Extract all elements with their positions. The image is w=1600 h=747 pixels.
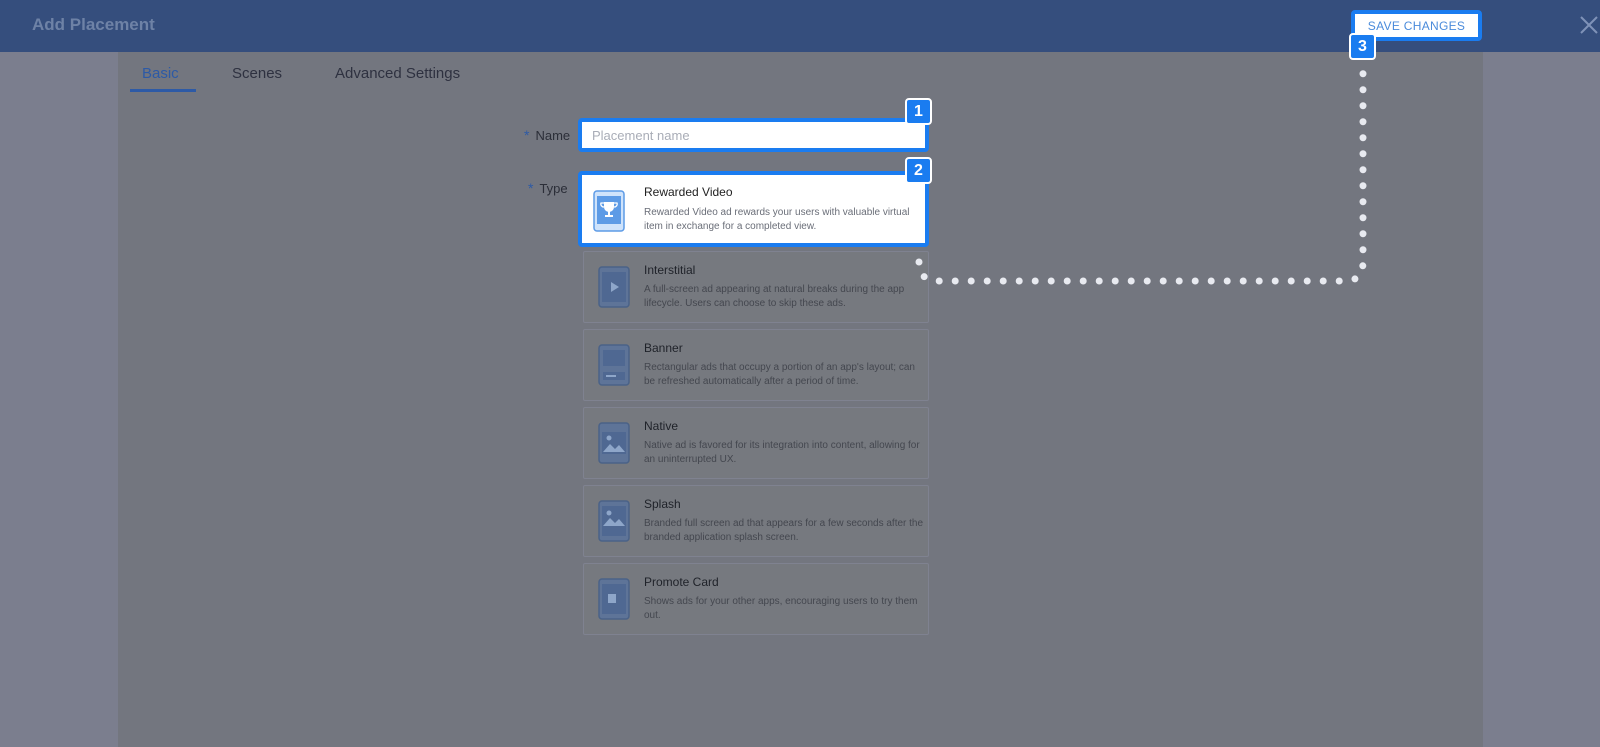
- type-card-native[interactable]: Native Native ad is favored for its inte…: [583, 407, 929, 479]
- required-mark: *: [524, 127, 530, 143]
- tab-basic[interactable]: Basic: [142, 65, 179, 82]
- tab-scenes[interactable]: Scenes: [232, 65, 282, 82]
- type-description: Shows ads for your other apps, encouragi…: [644, 596, 918, 621]
- step-badge-2: 2: [905, 157, 932, 184]
- type-description: A full-screen ad appearing at natural br…: [644, 284, 905, 309]
- card-icon: [598, 578, 630, 620]
- splash-icon: [598, 500, 630, 542]
- name-label: * Name: [524, 127, 570, 143]
- type-title: Native: [644, 419, 679, 433]
- name-label-text: Name: [535, 128, 571, 143]
- required-mark: *: [528, 180, 534, 196]
- type-card-banner[interactable]: Banner Rectangular ads that occupy a por…: [583, 329, 929, 401]
- page-title: Add Placement: [32, 15, 155, 34]
- type-card-interstitial[interactable]: Interstitial A full-screen ad appearing …: [583, 251, 929, 323]
- type-title: Rewarded Video: [644, 185, 733, 199]
- type-card-promote-card[interactable]: Promote Card Shows ads for your other ap…: [583, 563, 929, 635]
- trophy-icon: [593, 190, 625, 232]
- type-title: Promote Card: [644, 575, 719, 589]
- type-card-rewarded-video[interactable]: Rewarded Video Rewarded Video ad rewards…: [578, 171, 929, 247]
- step-badge-1: 1: [905, 98, 932, 125]
- type-description: Native ad is favored for its integration…: [644, 440, 920, 465]
- type-card-splash[interactable]: Splash Branded full screen ad that appea…: [583, 485, 929, 557]
- tab-advanced-settings[interactable]: Advanced Settings: [335, 65, 460, 82]
- step-badge-3: 3: [1349, 33, 1376, 60]
- type-title: Splash: [644, 497, 681, 511]
- active-tab-indicator: [130, 89, 196, 92]
- play-icon: [598, 266, 630, 308]
- type-description: Rewarded Video ad rewards your users wit…: [644, 207, 910, 232]
- type-description: Branded full screen ad that appears for …: [644, 518, 924, 543]
- image-icon: [598, 422, 630, 464]
- type-title: Banner: [644, 341, 683, 355]
- type-label-text: Type: [539, 181, 568, 196]
- type-title: Interstitial: [644, 263, 696, 277]
- type-description: Rectangular ads that occupy a portion of…: [644, 362, 915, 387]
- type-label: * Type: [528, 180, 568, 196]
- close-icon[interactable]: [1578, 14, 1600, 36]
- placement-name-input[interactable]: [578, 118, 929, 152]
- banner-icon: [598, 344, 630, 386]
